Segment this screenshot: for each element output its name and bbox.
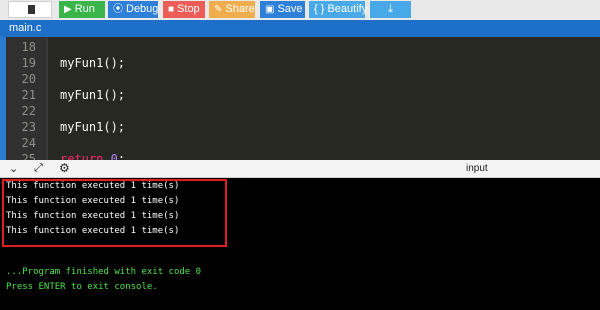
debug-button[interactable]: ⦿ Debug xyxy=(108,1,158,18)
stop-button[interactable]: ■ Stop xyxy=(163,1,205,18)
run-button[interactable]: ▶ Run xyxy=(59,1,105,18)
line-number: 24 xyxy=(21,136,36,150)
code-editor[interactable]: 18 19 myFun1(); 20 21 myFun1(); 22 23 my… xyxy=(0,37,600,160)
code-text: return 0; xyxy=(60,151,125,160)
line-number: 22 xyxy=(21,104,36,118)
expand-icon[interactable]: ⤢ xyxy=(34,162,43,175)
save-label: Save xyxy=(277,3,303,15)
stop-icon: ■ xyxy=(168,4,175,15)
exit-message: ...Program finished with exit code 0 xyxy=(6,267,202,277)
run-label: Run xyxy=(74,3,95,15)
toolbar: ▶ Run ⦿ Debug ■ Stop ✎ Share ▣ Save { } Beaut… xyxy=(0,0,600,20)
code-line[interactable]: 20 xyxy=(0,71,600,87)
line-number: 18 xyxy=(21,40,36,54)
tab-main-c[interactable]: main.c xyxy=(3,20,47,37)
line-number: 21 xyxy=(21,88,36,102)
code-line[interactable]: 21 myFun1(); xyxy=(0,87,600,103)
line-number: 20 xyxy=(21,72,36,86)
code-text: myFun1(); xyxy=(60,120,126,134)
line-number: 19 xyxy=(21,56,36,70)
save-icon: ▣ xyxy=(265,4,275,15)
beautify-button[interactable]: { } Beautify xyxy=(309,1,368,18)
console-header: ⌄ ⤢ ⚙ input xyxy=(0,160,600,178)
settings-icon[interactable]: ⚙ xyxy=(59,161,70,175)
return-value: 0 xyxy=(110,152,118,160)
chevron-down-icon[interactable]: ⌄ xyxy=(9,162,18,175)
prompt-message: Press ENTER to exit console. xyxy=(6,282,158,292)
save-button[interactable]: ▣ Save xyxy=(260,1,305,18)
download-button[interactable]: ⤓ xyxy=(370,1,411,18)
file-menu-button[interactable] xyxy=(8,1,52,18)
stop-label: Stop xyxy=(177,3,200,15)
code-text: myFun1(); xyxy=(60,88,126,102)
code-line[interactable]: 18 xyxy=(0,39,600,55)
code-text: myFun1(); xyxy=(60,56,126,70)
tab-bar: main.c xyxy=(0,20,600,37)
play-icon: ▶ xyxy=(64,4,72,15)
input-label[interactable]: input xyxy=(466,163,488,174)
code-line[interactable]: 24 xyxy=(0,135,600,151)
line-number: 25 xyxy=(21,152,36,160)
code-line[interactable]: 23 myFun1(); xyxy=(0,119,600,135)
debug-icon: ⦿ xyxy=(113,4,123,15)
download-icon: ⤓ xyxy=(388,3,393,15)
share-icon: ✎ xyxy=(214,4,223,15)
code-line[interactable]: 19 myFun1(); xyxy=(0,55,600,71)
output-highlight-box xyxy=(2,179,227,247)
file-icon xyxy=(28,5,35,14)
semicolon: ; xyxy=(117,152,126,160)
code-line[interactable]: 22 xyxy=(0,103,600,119)
return-keyword: return xyxy=(60,152,104,160)
share-button[interactable]: ✎ Share xyxy=(209,1,255,18)
code-line[interactable]: 25 return 0; xyxy=(0,151,600,160)
tab-label: main.c xyxy=(9,22,42,34)
share-label: Share xyxy=(225,3,255,15)
debug-label: Debug xyxy=(126,3,159,15)
beautify-label: { } Beautify xyxy=(314,3,368,15)
line-number: 23 xyxy=(21,120,36,134)
